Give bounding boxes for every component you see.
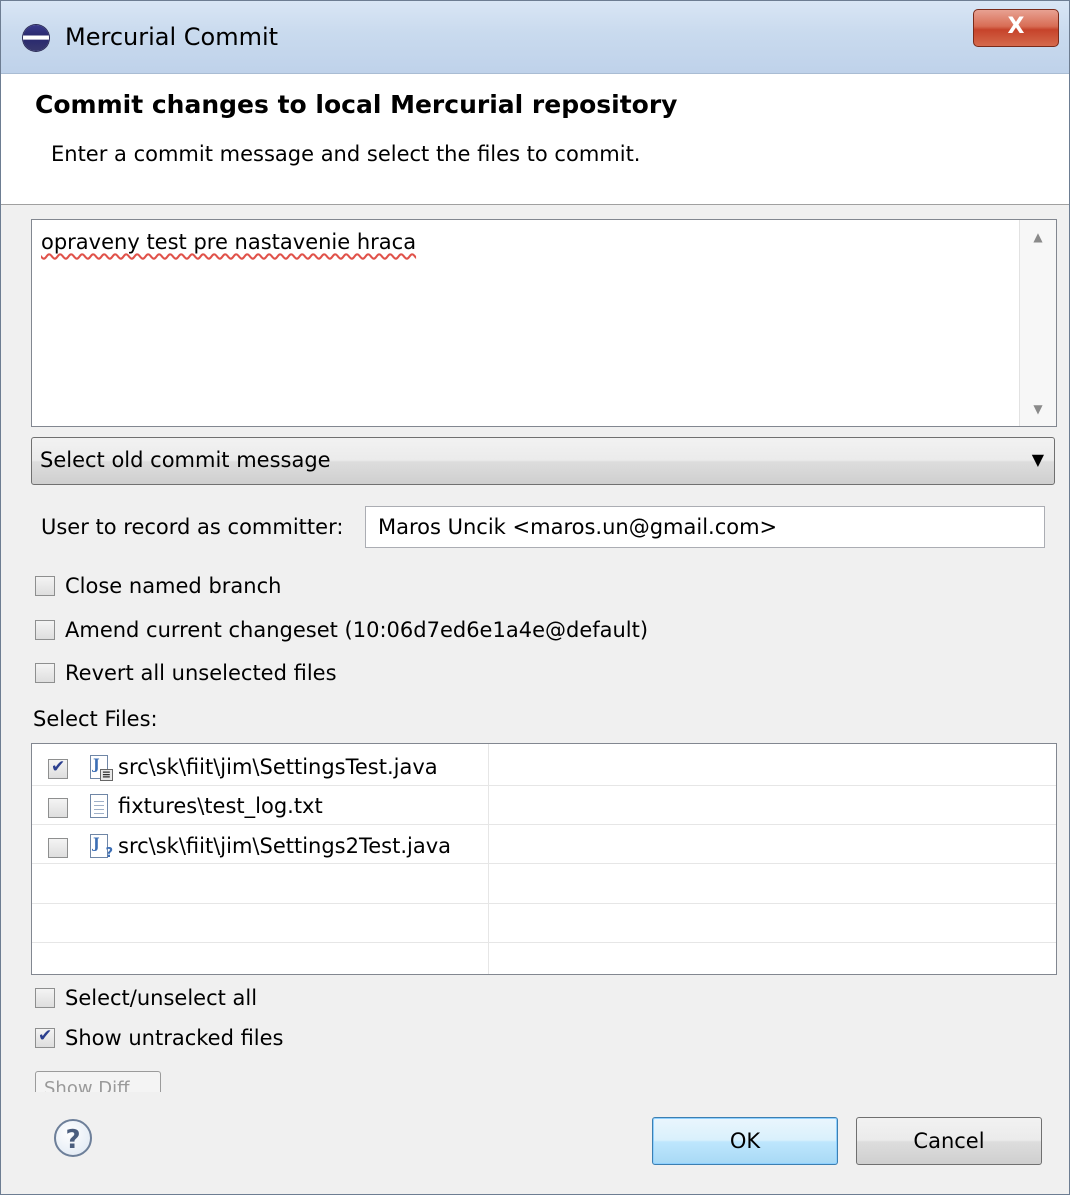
ok-button[interactable]: OK bbox=[652, 1117, 838, 1165]
old-commit-message-value: Select old commit message bbox=[40, 448, 331, 472]
java-file-untracked-icon: J? bbox=[90, 834, 113, 861]
select-files-label: Select Files: bbox=[33, 707, 158, 731]
file-checkbox[interactable] bbox=[48, 838, 68, 858]
file-name: src\sk\fiit\jim\SettingsTest.java bbox=[118, 755, 438, 779]
close-button[interactable]: X bbox=[973, 9, 1059, 47]
commit-message-textarea[interactable]: opraveny test pre nastavenie hraca ▲ ▼ bbox=[31, 219, 1057, 427]
file-name: src\sk\fiit\jim\Settings2Test.java bbox=[118, 834, 452, 858]
window-title: Mercurial Commit bbox=[65, 23, 279, 51]
dialog-header: Commit changes to local Mercurial reposi… bbox=[1, 74, 1069, 205]
text-file-icon bbox=[90, 794, 108, 818]
scroll-down-arrow-icon[interactable]: ▼ bbox=[1020, 402, 1056, 416]
commit-message-text: opraveny test pre nastavenie hraca bbox=[41, 230, 417, 254]
commit-dialog: Mercurial Commit X Commit changes to loc… bbox=[0, 0, 1070, 1195]
show-untracked-label[interactable]: Show untracked files bbox=[65, 1026, 284, 1050]
committer-label: User to record as committer: bbox=[41, 515, 344, 539]
cancel-button[interactable]: Cancel bbox=[856, 1117, 1042, 1165]
table-row[interactable]: J≡ src\sk\fiit\jim\SettingsTest.java bbox=[32, 749, 1056, 788]
scroll-up-arrow-icon[interactable]: ▲ bbox=[1020, 230, 1056, 244]
table-row[interactable]: fixtures\test_log.txt bbox=[32, 788, 1056, 827]
dropdown-arrow-icon[interactable]: ▼ bbox=[1032, 450, 1044, 469]
message-scrollbar[interactable]: ▲ ▼ bbox=[1019, 220, 1056, 426]
amend-changeset-checkbox[interactable] bbox=[35, 620, 55, 640]
help-icon[interactable]: ? bbox=[54, 1119, 92, 1157]
close-named-branch-label[interactable]: Close named branch bbox=[65, 574, 281, 598]
revert-unselected-checkbox[interactable] bbox=[35, 663, 55, 683]
show-diff-label: Show Diff bbox=[44, 1078, 130, 1092]
file-table[interactable]: J≡ src\sk\fiit\jim\SettingsTest.java fix… bbox=[31, 743, 1057, 975]
dialog-description: Enter a commit message and select the fi… bbox=[51, 142, 641, 166]
revert-unselected-label[interactable]: Revert all unselected files bbox=[65, 661, 337, 685]
amend-changeset-label[interactable]: Amend current changeset (10:06d7ed6e1a4e… bbox=[65, 618, 648, 642]
title-bar[interactable]: Mercurial Commit X bbox=[1, 1, 1069, 74]
show-untracked-checkbox[interactable] bbox=[35, 1026, 55, 1048]
table-row[interactable]: J? src\sk\fiit\jim\Settings2Test.java bbox=[32, 828, 1056, 867]
java-file-modified-icon: J ≡ bbox=[90, 755, 113, 781]
close-named-branch-checkbox[interactable] bbox=[35, 576, 55, 596]
select-all-checkbox[interactable] bbox=[35, 988, 55, 1008]
file-checkbox[interactable] bbox=[48, 757, 68, 779]
file-checkbox[interactable] bbox=[48, 798, 68, 818]
committer-value: Maros Uncik <maros.un@gmail.com> bbox=[378, 515, 778, 539]
dialog-title: Commit changes to local Mercurial reposi… bbox=[35, 90, 678, 119]
file-name: fixtures\test_log.txt bbox=[118, 794, 323, 818]
eclipse-icon bbox=[23, 25, 49, 51]
old-commit-message-select[interactable]: Select old commit message ▼ bbox=[31, 437, 1055, 485]
committer-input[interactable]: Maros Uncik <maros.un@gmail.com> bbox=[365, 506, 1045, 548]
show-diff-button[interactable]: Show Diff bbox=[35, 1071, 161, 1092]
select-all-label[interactable]: Select/unselect all bbox=[65, 986, 257, 1010]
